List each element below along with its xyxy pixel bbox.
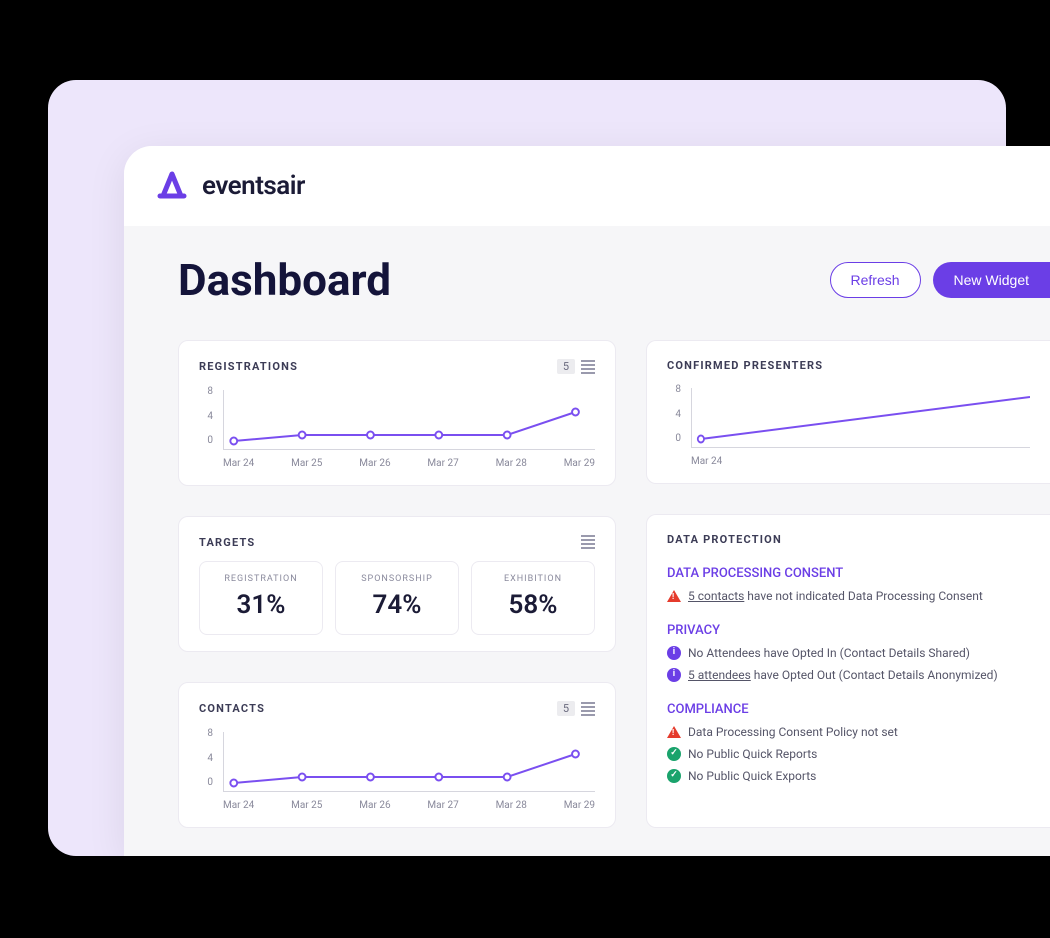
presenters-chart: 8 4 0 Mar 24 . xyxy=(667,384,1030,467)
logo-icon xyxy=(152,166,192,206)
dp-compliance-section: COMPLIANCE Data Processing Consent Polic… xyxy=(667,702,1030,785)
registrations-chart: 8 4 0 xyxy=(199,386,595,469)
info-icon: i xyxy=(667,646,681,660)
consent-contacts-link[interactable]: 5 contacts xyxy=(688,589,744,603)
targets-card: TARGETS REGISTRATION 31% SPONSORSHIP 74% xyxy=(178,516,616,652)
page-title: Dashboard xyxy=(178,254,391,306)
dp-privacy-section: PRIVACY i No Attendees have Opted In (Co… xyxy=(667,623,1030,684)
topbar: eventsair xyxy=(124,146,1050,226)
brand-name: eventsair xyxy=(202,171,305,201)
dp-consent-line: 5 contacts have not indicated Data Proce… xyxy=(667,587,1030,605)
dp-compliance-line-2: ✓ No Public Quick Reports xyxy=(667,745,1030,763)
contacts-card: CONTACTS 5 8 4 0 xyxy=(178,682,616,828)
target-exhibition: EXHIBITION 58% xyxy=(471,561,595,635)
menu-icon[interactable] xyxy=(581,360,595,374)
target-registration: REGISTRATION 31% xyxy=(199,561,323,635)
check-icon: ✓ xyxy=(667,769,681,783)
dp-consent-section: DATA PROCESSING CONSENT 5 contacts have … xyxy=(667,566,1030,605)
dp-compliance-line-1: Data Processing Consent Policy not set xyxy=(667,723,1030,741)
data-protection-title: DATA PROTECTION xyxy=(667,533,1030,546)
info-icon: i xyxy=(667,668,681,682)
contacts-count-chip: 5 xyxy=(557,701,575,716)
registrations-card: REGISTRATIONS 5 8 4 0 xyxy=(178,340,616,486)
warning-icon xyxy=(667,590,681,602)
presenters-title: CONFIRMED PRESENTERS xyxy=(667,359,823,372)
warning-icon xyxy=(667,726,681,738)
dp-compliance-line-3: ✓ No Public Quick Exports xyxy=(667,767,1030,785)
dp-privacy-line-2: i 5 attendees have Opted Out (Contact De… xyxy=(667,666,1030,684)
registrations-count-chip: 5 xyxy=(557,359,575,374)
registrations-title: REGISTRATIONS xyxy=(199,360,298,373)
app-window: eventsair Dashboard Refresh New Widget R… xyxy=(124,146,1050,856)
dp-privacy-line-1: i No Attendees have Opted In (Contact De… xyxy=(667,644,1030,662)
presenters-card: CONFIRMED PRESENTERS 8 4 0 xyxy=(646,340,1050,484)
contacts-chart: 8 4 0 xyxy=(199,728,595,811)
new-widget-button[interactable]: New Widget xyxy=(933,262,1050,298)
refresh-button[interactable]: Refresh xyxy=(830,262,921,298)
menu-icon[interactable] xyxy=(581,702,595,716)
menu-icon[interactable] xyxy=(581,535,595,549)
brand-logo[interactable]: eventsair xyxy=(152,166,305,206)
check-icon: ✓ xyxy=(667,747,681,761)
targets-title: TARGETS xyxy=(199,536,255,549)
contacts-title: CONTACTS xyxy=(199,702,265,715)
privacy-attendees-link[interactable]: 5 attendees xyxy=(688,668,751,682)
data-protection-card: DATA PROTECTION DATA PROCESSING CONSENT … xyxy=(646,514,1050,828)
target-sponsorship: SPONSORSHIP 74% xyxy=(335,561,459,635)
